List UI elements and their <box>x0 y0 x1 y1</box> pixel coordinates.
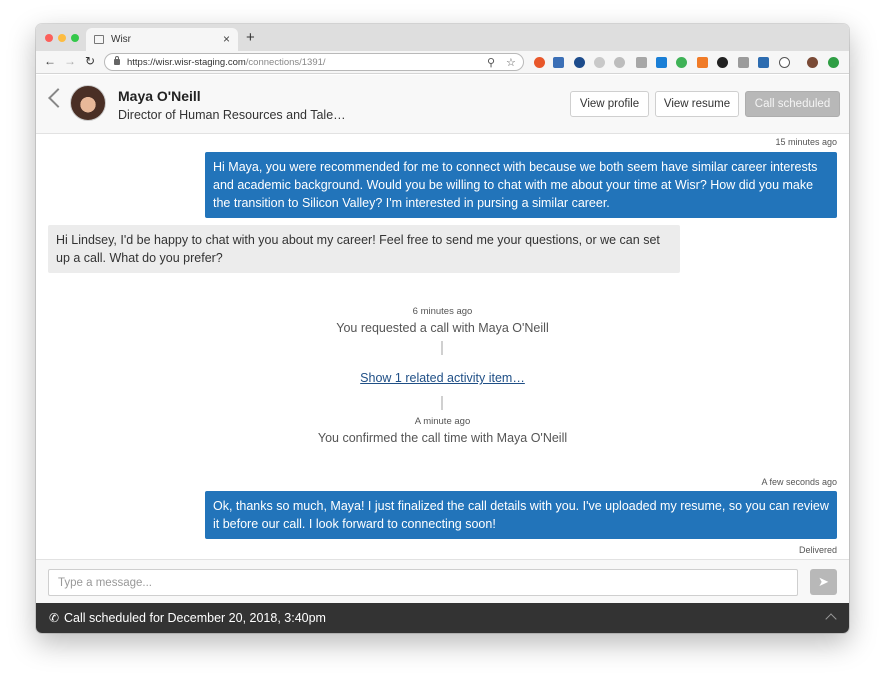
send-button[interactable]: ➤ <box>810 569 837 595</box>
tab-bar: Wisr × + <box>36 24 849 51</box>
url-path: /connections/1391/ <box>245 57 326 68</box>
phone-icon: ✆ <box>49 611 60 625</box>
extension-icon[interactable] <box>574 57 585 68</box>
profile-avatar-icon[interactable] <box>807 57 818 68</box>
view-resume-button[interactable]: View resume <box>655 91 739 117</box>
new-tab-button[interactable]: + <box>246 29 255 46</box>
message-timestamp: 15 minutes ago <box>775 137 837 147</box>
outgoing-message: Ok, thanks so much, Maya! I just finaliz… <box>205 491 837 539</box>
url-host: https://wisr.wisr-staging.com <box>127 57 246 68</box>
delivery-status: Delivered <box>798 545 837 555</box>
extension-icon[interactable] <box>656 57 667 68</box>
message-composer: ➤ <box>36 559 849 603</box>
minimize-window-button[interactable] <box>58 34 66 42</box>
view-profile-button[interactable]: View profile <box>570 91 649 117</box>
activity-timestamp: 6 minutes ago <box>412 306 473 317</box>
contact-name: Maya O'Neill <box>118 88 201 104</box>
extension-icon[interactable] <box>758 57 769 68</box>
call-scheduled-button[interactable]: Call scheduled <box>745 91 840 117</box>
info-icon[interactable] <box>779 57 790 68</box>
address-toolbar: ← → ↻ https://wisr.wisr-staging.com/conn… <box>36 51 849 74</box>
wisr-favicon-icon <box>94 35 104 44</box>
browser-window: Wisr × + ← → ↻ https://wisr.wisr-staging… <box>36 24 849 633</box>
message-input[interactable] <box>48 569 798 596</box>
extension-icon[interactable] <box>534 57 545 68</box>
close-window-button[interactable] <box>45 34 53 42</box>
contact-title: Director of Human Resources and Tale… <box>118 108 346 122</box>
activity-event: You confirmed the call time with Maya O'… <box>317 431 568 445</box>
show-related-activity-link[interactable]: Show 1 related activity item… <box>360 371 525 385</box>
extension-icon[interactable] <box>697 57 708 68</box>
activity-event: You requested a call with Maya O'Neill <box>336 321 549 335</box>
activity-connector <box>441 341 443 355</box>
extension-icon[interactable] <box>676 57 687 68</box>
tab-title: Wisr <box>111 34 131 45</box>
message-list: 15 minutes ago Hi Maya, you were recomme… <box>36 135 849 559</box>
browser-tab[interactable]: Wisr × <box>86 28 238 51</box>
extension-icon[interactable] <box>636 57 647 68</box>
zoom-search-icon[interactable]: ⚲ <box>487 56 495 69</box>
extension-icon[interactable] <box>828 57 839 68</box>
forward-arrow-icon[interactable]: → <box>64 54 76 68</box>
extension-icon[interactable] <box>614 57 625 68</box>
back-chevron-icon[interactable] <box>48 88 68 108</box>
chevron-up-icon[interactable] <box>825 613 837 625</box>
tab-close-icon[interactable]: × <box>223 32 230 46</box>
avatar <box>70 85 106 121</box>
call-scheduled-bar[interactable]: ✆ Call scheduled for December 20, 2018, … <box>36 603 849 633</box>
message-timestamp: A few seconds ago <box>761 477 837 487</box>
back-arrow-icon[interactable]: ← <box>44 54 56 68</box>
call-scheduled-text: Call scheduled for December 20, 2018, 3:… <box>64 611 326 625</box>
extension-icon[interactable] <box>717 57 728 68</box>
incoming-message: Hi Lindsey, I'd be happy to chat with yo… <box>48 225 680 273</box>
url-bar[interactable]: https://wisr.wisr-staging.com/connection… <box>104 53 524 71</box>
activity-timestamp: A minute ago <box>414 416 471 427</box>
extension-icon[interactable] <box>738 57 749 68</box>
outgoing-message: Hi Maya, you were recommended for me to … <box>205 152 837 218</box>
activity-connector <box>441 396 443 410</box>
lock-icon <box>114 56 120 65</box>
conversation-header: Maya O'Neill Director of Human Resources… <box>36 75 849 134</box>
extension-icon[interactable] <box>553 57 564 68</box>
bookmark-star-icon[interactable]: ☆ <box>506 56 516 69</box>
maximize-window-button[interactable] <box>71 34 79 42</box>
extension-icon[interactable] <box>594 57 605 68</box>
send-paper-plane-icon: ➤ <box>818 574 829 589</box>
reload-icon[interactable]: ↻ <box>85 54 95 68</box>
